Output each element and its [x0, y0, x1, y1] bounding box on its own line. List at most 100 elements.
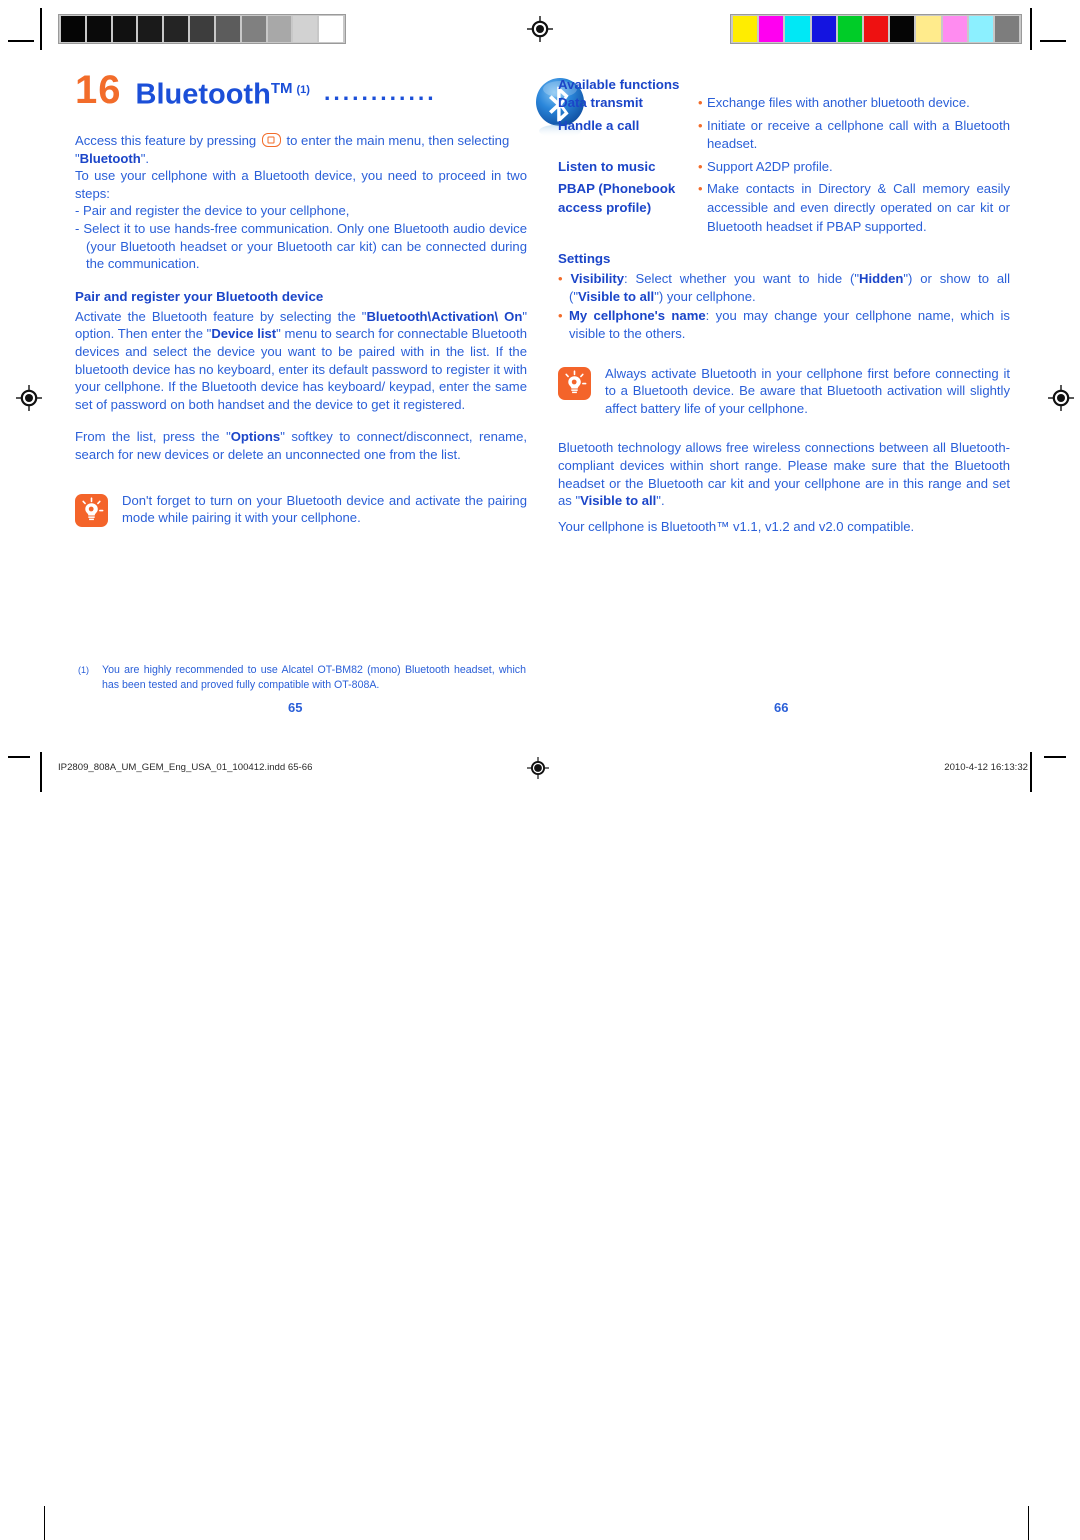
bullet-marker: • — [698, 158, 703, 174]
color-patch — [863, 16, 889, 42]
registration-target-icon-top — [527, 16, 553, 42]
function-label: Handle a call — [558, 117, 640, 133]
settings-list: • Visibility: Select whether you want to… — [558, 270, 1010, 342]
chapter-title: BluetoothTM (1) — [135, 78, 310, 111]
slug-divider-right — [1028, 1506, 1029, 1540]
color-patch — [811, 16, 836, 42]
tech-text-2: ". — [656, 493, 665, 509]
options-paragraph: From the list, press the "Options" softk… — [75, 428, 527, 463]
tech-bold: Visible to all — [580, 493, 657, 509]
page-number-left: 65 — [288, 700, 303, 715]
tip-bulb-icon — [558, 366, 591, 400]
chapter-number: 16 — [75, 68, 122, 112]
crop-mark-top-right — [1030, 8, 1032, 50]
setting-bold-2: Hidden — [859, 271, 904, 287]
document-page: 16 BluetoothTM (1) ............ Access t… — [0, 0, 1080, 1540]
bullet-marker: • — [698, 181, 703, 197]
setting-text-1: : Select whether you want to hide (" — [624, 271, 860, 287]
crop-mark-top-left — [40, 8, 42, 50]
grayscale-patch — [61, 16, 85, 42]
tip-text-left: Don't forget to turn on your Bluetooth d… — [122, 492, 527, 526]
step-two: - Select it to use hands-free communicat… — [75, 220, 527, 272]
registration-target-icon-left — [16, 385, 42, 411]
crop-mark-left-upper — [8, 40, 34, 42]
available-functions-table: Data transmit • Exchange files with anothe… — [558, 94, 1010, 240]
slug-timestamp: 2010-4-12 16:13:32 — [944, 762, 1028, 773]
bullet-marker: • — [558, 271, 571, 287]
function-description: Support A2DP profile. — [707, 158, 833, 174]
footnote-mark: (1) — [78, 665, 89, 675]
grayscale-patch — [138, 16, 163, 42]
footnote-block: (1) You are highly recommended to use Al… — [78, 663, 526, 693]
function-label: Listen to music — [558, 158, 656, 174]
pair-bold-2: Device list — [211, 326, 277, 342]
table-row: Data transmit • Exchange files with anothe… — [558, 94, 1010, 117]
function-description: Initiate or receive a cellphone call wit… — [707, 117, 1010, 152]
options-bold: Options — [230, 429, 281, 445]
grayscale-patch — [293, 16, 318, 42]
intro-text-b: to enter the main menu, then selecting — [282, 133, 510, 148]
tip-text-right: Always activate Bluetooth in your cellph… — [605, 365, 1010, 416]
chapter-heading: 16 BluetoothTM (1) ............ — [75, 68, 584, 138]
function-description: Make contacts in Directory & Call memory… — [707, 181, 1010, 234]
function-description: Exchange files with another bluetooth de… — [707, 95, 970, 110]
grayscale-patch — [319, 16, 343, 42]
list-item: • My cellphone's name: you may change yo… — [558, 307, 1010, 342]
grayscale-patch — [86, 16, 111, 42]
tip-bulb-icon — [75, 493, 108, 527]
ok-key-icon — [261, 133, 281, 147]
pair-bold-1: Bluetooth\Activation\ On — [366, 308, 523, 324]
grayscale-patch — [215, 16, 240, 42]
color-patch — [942, 16, 967, 42]
setting-bold-3: Visible to all — [578, 288, 655, 304]
setting-name: My cellphone's name — [568, 308, 706, 324]
technology-paragraph: Bluetooth technology allows free wireles… — [558, 439, 1010, 509]
step-one: - Pair and register the device to your c… — [75, 203, 350, 219]
intro-text-a: Access this feature by pressing — [75, 133, 260, 148]
quote-close: ". — [140, 150, 150, 166]
grayscale-patch — [241, 16, 266, 42]
color-patch — [916, 16, 941, 42]
two-steps-paragraph: To use your cellphone with a Bluetooth d… — [75, 168, 527, 201]
list-item: • Visibility: Select whether you want to… — [558, 270, 1010, 305]
grayscale-calibration-strip — [58, 14, 346, 44]
color-patch — [968, 16, 993, 42]
options-text-1: From the list, press the " — [75, 429, 231, 445]
footnote-text: You are highly recommended to use Alcate… — [102, 664, 526, 691]
color-patch — [837, 16, 862, 42]
color-patch — [994, 16, 1020, 42]
grayscale-patch — [164, 16, 189, 42]
function-label: PBAP (Phonebook access profile) — [558, 181, 676, 215]
table-row: PBAP (Phonebook access profile) • Make con… — [558, 180, 1010, 240]
tip-box-left: Don't forget to turn on your Bluetooth d… — [75, 492, 527, 527]
slug-filename: IP2809_808A_UM_GEM_Eng_USA_01_100412.ind… — [58, 762, 313, 773]
color-patch — [890, 16, 915, 42]
right-page-column: Available functions Data transmit • Exchan… — [558, 76, 1010, 535]
page-number-right: 66 — [774, 700, 789, 715]
leader-dots: ............ — [323, 79, 437, 105]
subheading-pair-register: Pair and register your Bluetooth device — [75, 288, 324, 304]
registration-target-icon-right — [1048, 385, 1074, 411]
color-calibration-strip — [730, 14, 1022, 44]
bullet-marker: • — [698, 117, 703, 133]
grayscale-patch — [190, 16, 214, 42]
slug-divider-left — [44, 1506, 45, 1540]
grayscale-patch — [267, 16, 292, 42]
crop-mark-right-upper — [1040, 40, 1066, 42]
setting-text-3: ") your cellphone. — [654, 288, 756, 304]
compatibility-paragraph: Your cellphone is Bluetooth™ v1.1, v1.2 … — [558, 518, 915, 534]
intro-paragraph: Access this feature by pressing to enter… — [75, 132, 527, 167]
trademark-mark: TM — [270, 80, 293, 97]
color-patch — [785, 16, 810, 42]
pair-text-1: Activate the Bluetooth feature by select… — [75, 308, 367, 324]
bullet-marker: • — [698, 95, 703, 110]
color-patch — [733, 16, 758, 42]
heading-settings: Settings — [558, 251, 611, 267]
pair-register-paragraph: Activate the Bluetooth feature by select… — [75, 308, 527, 414]
bluetooth-bold-term: Bluetooth — [79, 150, 141, 166]
heading-available-functions: Available functions — [558, 77, 680, 92]
grayscale-patch — [112, 16, 137, 42]
function-label: Data transmit — [558, 95, 643, 110]
table-row: Handle a call • Initiate or receive a cell… — [558, 117, 1010, 158]
table-row: Listen to music • Support A2DP profile. — [558, 158, 1010, 181]
